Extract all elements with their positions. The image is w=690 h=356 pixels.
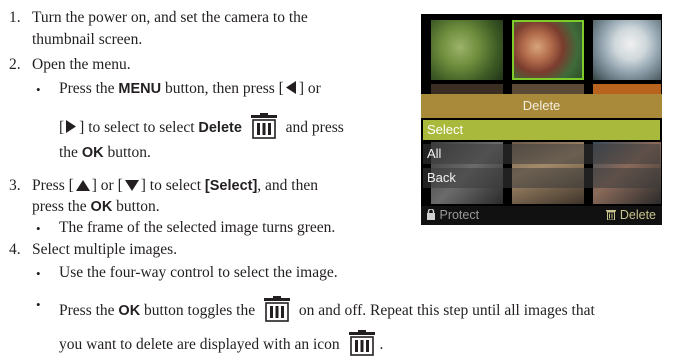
step-1-number: 1.	[9, 9, 21, 26]
text: button.	[107, 144, 151, 161]
trash-can-icon	[264, 296, 290, 322]
trash-can-icon	[348, 330, 375, 356]
menu-item-select: Select	[423, 120, 660, 140]
bullet: •	[36, 297, 41, 312]
lock-icon	[427, 208, 435, 220]
thumbnail-image	[431, 20, 503, 80]
select-option-name: [Select]	[204, 178, 258, 194]
bullet: •	[36, 266, 41, 281]
trash-can-icon	[250, 113, 277, 139]
menu-item-back: Back	[423, 168, 660, 188]
thumbnail-image-selected	[512, 20, 584, 80]
ok-button-name: OK	[81, 145, 104, 161]
footer-delete-label: Delete	[619, 208, 656, 222]
step-4-text: Select multiple images.	[32, 241, 178, 258]
step-3-number: 3.	[9, 177, 21, 194]
step-4-number: 4.	[9, 241, 21, 258]
text: button, then press [	[165, 80, 284, 97]
step-2-bullet-line2: [ ] to select to select Delete and press	[59, 113, 344, 139]
text: button toggles the	[144, 302, 256, 319]
text: [	[59, 119, 65, 136]
text: , and then	[257, 177, 318, 194]
step-2-number: 2.	[9, 56, 21, 73]
text: you want to delete are displayed with an…	[59, 336, 340, 353]
text: button.	[116, 198, 160, 215]
down-triangle-icon	[124, 180, 139, 191]
delete-option-name: Delete	[198, 120, 242, 136]
footer-delete: Delete	[606, 206, 656, 225]
step-2-bullet-line1: Press the MENU button, then press [ ] or	[59, 81, 321, 97]
left-triangle-icon	[285, 81, 296, 94]
text: ] to select to select	[79, 119, 195, 136]
text: the	[59, 144, 78, 161]
step-1-text-line1: Turn the power on, and set the camera to…	[32, 9, 308, 26]
footer-protect: Protect	[426, 206, 479, 225]
text: press the	[32, 198, 87, 215]
step-1-text-line2: thumbnail screen.	[32, 31, 143, 48]
thumbnail-image	[593, 20, 661, 80]
text: ] or [	[91, 177, 123, 194]
screen-footer: Protect Delete	[421, 206, 662, 225]
text: Press the	[59, 80, 115, 97]
step-3-text-line1: Press [ ] or [ ] to select [Select], and t…	[32, 178, 318, 194]
ok-button-name: OK	[118, 303, 141, 319]
step-3-text-line2: press the OK button.	[32, 199, 160, 215]
text: .	[379, 336, 384, 353]
menu-title: Delete	[421, 94, 662, 118]
text: Press the	[59, 302, 115, 319]
step-3-bullet: The frame of the selected image turns gr…	[59, 219, 336, 236]
up-triangle-icon	[75, 180, 90, 191]
footer-protect-label: Protect	[439, 208, 480, 222]
step-4-bullet-2-line2: you want to delete are displayed with an…	[59, 330, 383, 356]
ok-button-name: OK	[90, 199, 113, 215]
step-4-bullet-1: Use the four-way control to select the i…	[59, 264, 338, 281]
camera-lcd-screenshot: Delete Select All Back Protect Delete	[421, 14, 662, 225]
bullet: •	[36, 82, 41, 97]
text: Press [	[32, 177, 74, 194]
text: ] to select	[140, 177, 202, 194]
step-4-bullet-2: Press the OK button toggles the on and o…	[59, 296, 595, 322]
bullet: •	[36, 221, 41, 236]
text: and press	[285, 119, 344, 136]
text: ] or	[298, 80, 321, 97]
step-2-text: Open the menu.	[32, 56, 131, 73]
text: on and off. Repeat this step until all i…	[298, 302, 595, 319]
menu-item-all: All	[423, 144, 660, 164]
menu-button-name: MENU	[118, 81, 162, 97]
step-2-bullet-line3: the OK button.	[59, 145, 151, 161]
right-triangle-icon	[66, 120, 77, 133]
trash-can-icon	[606, 210, 617, 221]
